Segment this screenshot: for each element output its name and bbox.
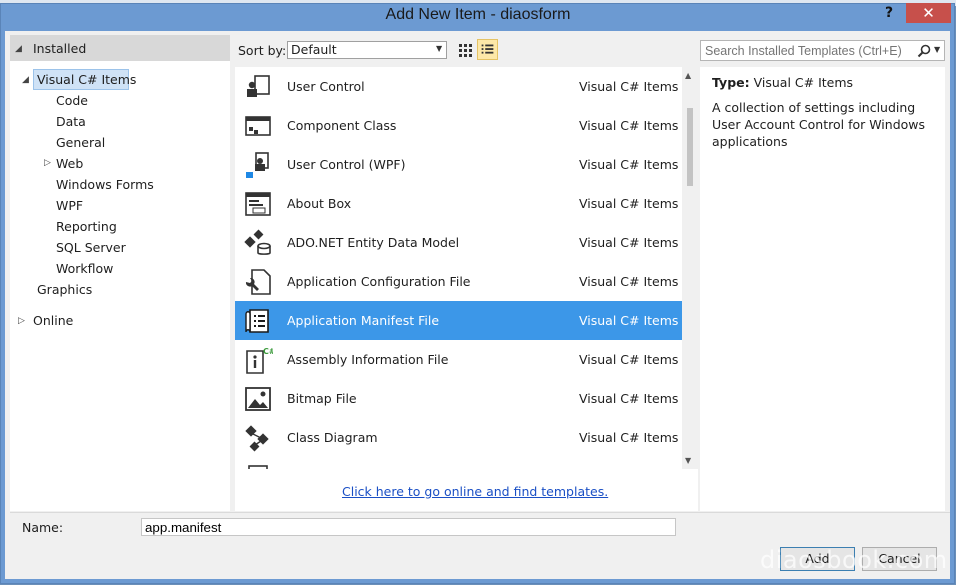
template-category: Visual C# Items: [579, 313, 679, 328]
template-category: Visual C# Items: [579, 391, 679, 406]
tree-item-reporting[interactable]: Reporting: [56, 219, 117, 234]
tree-item-sql-server[interactable]: SQL Server: [56, 240, 126, 255]
sort-dropdown[interactable]: Default: [287, 41, 447, 59]
tree-item-data[interactable]: Data: [56, 114, 86, 129]
template-row[interactable]: Component Class Visual C# Items: [235, 106, 682, 145]
config-file-icon: [245, 269, 271, 295]
template-category: Visual C# Items: [579, 118, 679, 133]
template-row-partial[interactable]: [235, 457, 682, 469]
template-row[interactable]: C# Assembly Information File Visual C# I…: [235, 340, 682, 379]
entity-data-model-icon: [244, 229, 271, 255]
template-name: Class Diagram: [287, 430, 378, 445]
name-input[interactable]: [141, 518, 676, 536]
tree-item-windows-forms[interactable]: Windows Forms: [56, 177, 154, 192]
class-diagram-icon: [245, 425, 269, 452]
template-name: About Box: [287, 196, 352, 211]
template-list: User Control Visual C# Items Component C…: [235, 67, 682, 469]
template-name: Application Configuration File: [287, 274, 471, 289]
tree-item-workflow[interactable]: Workflow: [56, 261, 113, 276]
tree-item-code[interactable]: Code: [56, 93, 88, 108]
help-button[interactable]: ?: [878, 5, 900, 23]
template-name: User Control: [287, 79, 365, 94]
template-row[interactable]: Class Diagram Visual C# Items: [235, 418, 682, 457]
template-category: Visual C# Items: [579, 352, 679, 367]
list-view-icon[interactable]: [477, 39, 498, 60]
sort-by-label: Sort by:: [238, 43, 287, 58]
bitmap-file-icon: [245, 387, 271, 411]
window-title: Add New Item - diaosform: [385, 6, 571, 23]
tree-item-visual-csharp[interactable]: Visual C# Items: [37, 72, 136, 87]
collapse-arrow-icon[interactable]: ◢: [15, 44, 22, 54]
type-value: Visual C# Items: [753, 75, 854, 90]
template-row[interactable]: ADO.NET Entity Data Model Visual C# Item…: [235, 223, 682, 262]
close-button[interactable]: ✕: [906, 3, 951, 23]
watermark: diaosbook.com: [760, 546, 948, 574]
type-line: Type: Visual C# Items: [712, 75, 853, 90]
type-label: Type:: [712, 75, 750, 90]
template-row[interactable]: Bitmap File Visual C# Items: [235, 379, 682, 418]
template-category: Visual C# Items: [579, 196, 679, 211]
component-class-icon: [245, 116, 271, 136]
tree-item-online[interactable]: Online: [33, 313, 73, 328]
divider: [10, 512, 950, 513]
user-control-wpf-icon: [246, 152, 269, 178]
expand-arrow-icon[interactable]: ▷: [44, 158, 51, 168]
template-name: User Control (WPF): [287, 157, 406, 172]
tree-item-graphics[interactable]: Graphics: [37, 282, 92, 297]
partial-template-icon: [248, 465, 268, 469]
template-row[interactable]: User Control (WPF) Visual C# Items: [235, 145, 682, 184]
about-box-icon: [245, 192, 271, 216]
user-control-icon: [247, 75, 270, 97]
template-category: Visual C# Items: [579, 430, 679, 445]
search-input[interactable]: [700, 40, 945, 61]
template-row-selected[interactable]: Application Manifest File Visual C# Item…: [235, 301, 682, 340]
manifest-file-icon: [245, 309, 269, 333]
template-description: A collection of settings including User …: [712, 100, 926, 149]
template-category: Visual C# Items: [579, 235, 679, 250]
template-name: Application Manifest File: [287, 313, 440, 328]
template-name: Bitmap File: [287, 391, 357, 406]
template-row[interactable]: User Control Visual C# Items: [235, 67, 682, 106]
category-panel: [10, 35, 230, 511]
template-category: Visual C# Items: [579, 157, 679, 172]
template-category: Visual C# Items: [579, 79, 679, 94]
template-name: Component Class: [287, 118, 397, 133]
template-category: Visual C# Items: [579, 274, 679, 289]
tree-item-wpf[interactable]: WPF: [56, 198, 83, 213]
tree-item-web[interactable]: Web: [56, 156, 83, 171]
template-name: ADO.NET Entity Data Model: [287, 235, 460, 250]
search-options-arrow-icon[interactable]: ▼: [934, 45, 940, 54]
expand-arrow-icon[interactable]: ◢: [22, 75, 29, 85]
scrollbar-thumb[interactable]: [687, 108, 693, 186]
installed-label: Installed: [33, 41, 87, 56]
template-row[interactable]: Application Configuration File Visual C#…: [235, 262, 682, 301]
scroll-up-arrow-icon[interactable]: ▲: [685, 71, 691, 80]
scroll-down-arrow-icon[interactable]: ▼: [685, 456, 691, 465]
assembly-info-icon: C#: [246, 347, 273, 374]
svg-text:C#: C#: [263, 347, 273, 356]
grid-view-icon[interactable]: [456, 41, 474, 59]
template-name: Assembly Information File: [287, 352, 449, 367]
name-label: Name:: [22, 520, 64, 535]
search-icon[interactable]: [916, 43, 932, 59]
tree-item-general[interactable]: General: [56, 135, 105, 150]
dropdown-arrow-icon: ▼: [436, 44, 443, 53]
expand-arrow-icon[interactable]: ▷: [18, 316, 25, 326]
online-templates-link[interactable]: Click here to go online and find templat…: [342, 484, 608, 499]
template-row[interactable]: About Box Visual C# Items: [235, 184, 682, 223]
